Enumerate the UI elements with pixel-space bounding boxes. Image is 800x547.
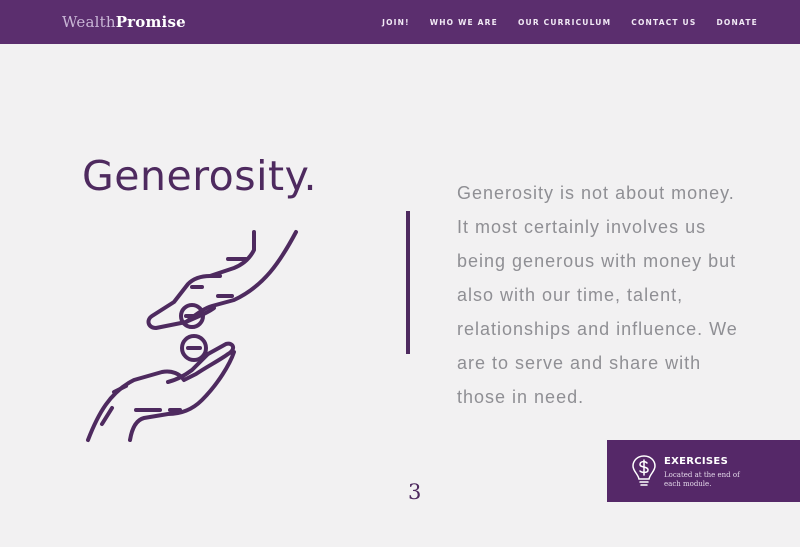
page-heading: Generosity.: [82, 152, 318, 200]
exercises-title: EXERCISES: [664, 456, 729, 467]
logo[interactable]: WealthPromise: [62, 13, 186, 31]
hands-coins-icon: [86, 230, 298, 442]
exercises-callout[interactable]: EXERCISES Located at the end of each mod…: [607, 440, 800, 502]
lightbulb-dollar-icon: [632, 455, 656, 486]
body-text: Generosity is not about money. It most c…: [457, 183, 738, 407]
nav-donate[interactable]: DONATE: [716, 18, 758, 27]
vertical-divider: [406, 211, 410, 354]
top-navbar: WealthPromise JOIN! WHO WE ARE OUR CURRI…: [0, 0, 800, 44]
nav-who-we-are[interactable]: WHO WE ARE: [430, 18, 498, 27]
main-nav: JOIN! WHO WE ARE OUR CURRICULUM CONTACT …: [382, 0, 758, 44]
nav-join[interactable]: JOIN!: [382, 18, 410, 27]
nav-contact-us[interactable]: CONTACT US: [631, 18, 696, 27]
logo-wealth: Wealth: [62, 13, 116, 31]
page-number: 3: [408, 480, 422, 504]
logo-promise: Promise: [115, 13, 186, 31]
nav-our-curriculum[interactable]: OUR CURRICULUM: [518, 18, 611, 27]
exercises-subtitle: Located at the end of each module.: [664, 471, 740, 488]
